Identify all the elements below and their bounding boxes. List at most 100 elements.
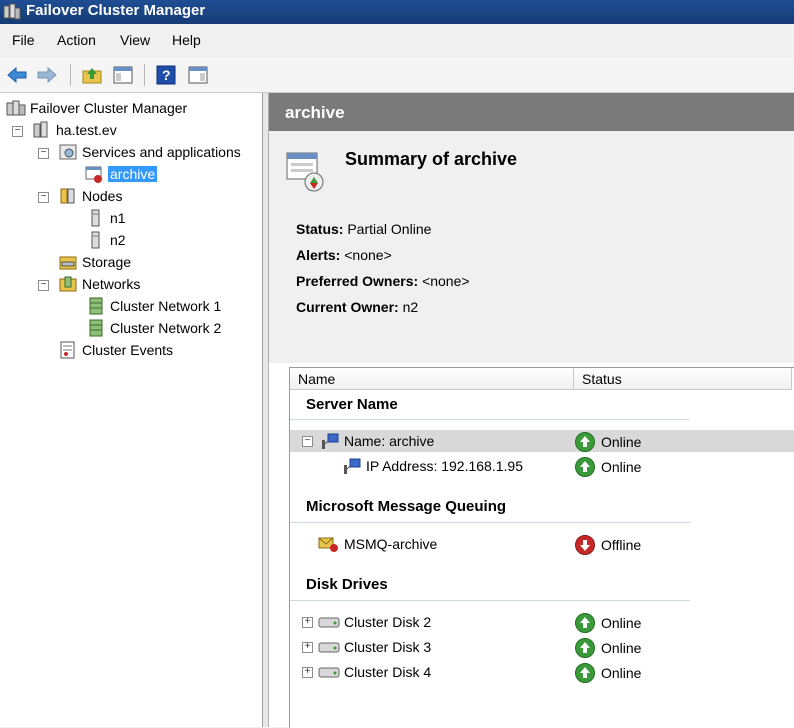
resource-name-cell: Cluster Disk 4 (318, 663, 431, 681)
resource-status: Offline (601, 537, 642, 553)
network-icon (89, 297, 103, 315)
collapse-icon[interactable]: − (12, 126, 23, 137)
tree-storage-label: Storage (82, 254, 132, 270)
online-arrow-icon (575, 663, 595, 683)
cluster-manager-icon (6, 100, 26, 116)
group-msmq: Microsoft Message Queuing (306, 498, 507, 515)
back-button[interactable] (5, 63, 29, 87)
resource-status-cell: Online (575, 613, 641, 633)
menu-view[interactable]: View (120, 32, 150, 48)
column-header-name[interactable]: Name (290, 368, 574, 390)
forward-arrow-icon (37, 66, 57, 84)
network-icon (89, 319, 103, 337)
resource-name: IP Address: 192.168.1.95 (366, 458, 523, 474)
online-arrow-icon (575, 613, 595, 633)
tree-services-label: Services and applications (82, 144, 241, 160)
tree-item-storage[interactable]: Storage (58, 252, 131, 272)
collapse-icon[interactable]: − (38, 192, 49, 203)
server-icon (91, 231, 100, 249)
tree-item-services[interactable]: Services and applications (58, 142, 241, 162)
tree-networks-label: Networks (82, 276, 141, 292)
up-level-button[interactable] (80, 63, 104, 87)
tree-root[interactable]: Failover Cluster Manager (6, 98, 187, 118)
tree-item-events[interactable]: Cluster Events (58, 340, 173, 360)
console-tree: Failover Cluster Manager − ha.test.ev − … (0, 93, 263, 727)
msmq-icon (318, 537, 338, 552)
content-header-title: archive (285, 103, 345, 122)
folder-up-icon (82, 68, 102, 84)
prop-current-owner-label: Current Owner: (296, 299, 399, 315)
resource-status: Online (601, 640, 642, 656)
collapse-icon[interactable]: − (302, 436, 313, 447)
collapse-icon[interactable]: − (38, 148, 49, 159)
offline-arrow-icon (575, 535, 595, 555)
resource-status-cell: Offline (575, 535, 641, 555)
network-name-icon (322, 433, 339, 449)
tree-item-network2[interactable]: Cluster Network 2 (86, 318, 221, 338)
tree-item-networks[interactable]: Networks (58, 274, 140, 294)
menu-bar: File Action View Help (0, 24, 794, 59)
summary-title: Summary of archive (345, 149, 518, 169)
expand-icon[interactable]: + (302, 642, 313, 653)
resource-name-cell: Cluster Disk 3 (318, 638, 431, 656)
networks-icon (59, 276, 77, 292)
prop-status-value: Partial Online (347, 221, 432, 237)
services-icon (59, 144, 77, 160)
toolbar-separator (144, 64, 145, 86)
resource-row-ip[interactable]: IP Address: 192.168.1.95 Online (290, 455, 794, 477)
resource-row-disk4[interactable]: + Cluster Disk 4 Online (290, 661, 794, 683)
resource-row-disk3[interactable]: + Cluster Disk 3 Online (290, 636, 794, 658)
tree-item-n1[interactable]: n1 (86, 208, 126, 228)
collapse-icon[interactable]: − (38, 280, 49, 291)
resource-status-cell: Online (575, 432, 641, 452)
summary-area: Summary of archive Status: Partial Onlin… (269, 131, 794, 363)
tree-item-network1[interactable]: Cluster Network 1 (86, 296, 221, 316)
disk-icon (318, 667, 340, 678)
show-hide-tree-button[interactable] (111, 63, 135, 87)
help-button[interactable]: ? (154, 63, 178, 87)
tree-item-nodes[interactable]: Nodes (58, 186, 122, 206)
prop-preferred-owners-value: <none> (422, 273, 470, 289)
tree-item-n2[interactable]: n2 (86, 230, 126, 250)
resource-status-cell: Online (575, 457, 641, 477)
resource-row-msmq[interactable]: MSMQ-archive Offline (290, 533, 794, 555)
resource-status-cell: Online (575, 663, 641, 683)
group-divider (290, 600, 690, 601)
show-hide-action-pane-button[interactable] (186, 63, 210, 87)
summary-application-icon (286, 152, 324, 192)
resource-status: Online (601, 665, 642, 681)
column-header-status[interactable]: Status (574, 368, 792, 390)
server-icon (91, 209, 100, 227)
prop-alerts-value: <none> (344, 247, 392, 263)
online-arrow-icon (575, 638, 595, 658)
tree-events-label: Cluster Events (82, 342, 174, 358)
resource-row-name-archive[interactable]: − Name: archive Online (290, 430, 794, 452)
resource-status: Online (601, 615, 642, 631)
window-title: Failover Cluster Manager (26, 2, 206, 19)
resource-status-cell: Online (575, 638, 641, 658)
resource-name-cell: IP Address: 192.168.1.95 (342, 457, 523, 475)
resource-name: MSMQ-archive (344, 536, 438, 552)
group-disk-drives: Disk Drives (306, 576, 388, 593)
application-icon (85, 166, 102, 183)
menu-file[interactable]: File (12, 32, 35, 48)
resource-row-disk2[interactable]: + Cluster Disk 2 Online (290, 611, 794, 633)
tree-cluster-label: ha.test.ev (56, 122, 117, 138)
forward-button[interactable] (35, 63, 59, 87)
tree-root-label: Failover Cluster Manager (30, 100, 188, 116)
tree-network2-label: Cluster Network 2 (110, 320, 222, 336)
online-arrow-icon (575, 432, 595, 452)
action-pane-icon (188, 66, 208, 84)
toolbar: ? (0, 58, 794, 93)
disk-icon (318, 617, 340, 628)
menu-help[interactable]: Help (172, 32, 201, 48)
console-tree-icon (113, 66, 133, 84)
tree-item-cluster[interactable]: ha.test.ev (32, 120, 117, 140)
resource-name: Cluster Disk 3 (344, 639, 432, 655)
expand-icon[interactable]: + (302, 617, 313, 628)
toolbar-separator (70, 64, 71, 86)
expand-icon[interactable]: + (302, 667, 313, 678)
tree-item-archive[interactable]: archive (84, 164, 158, 184)
menu-action[interactable]: Action (57, 32, 96, 48)
resource-name-cell: Name: archive (320, 432, 434, 450)
